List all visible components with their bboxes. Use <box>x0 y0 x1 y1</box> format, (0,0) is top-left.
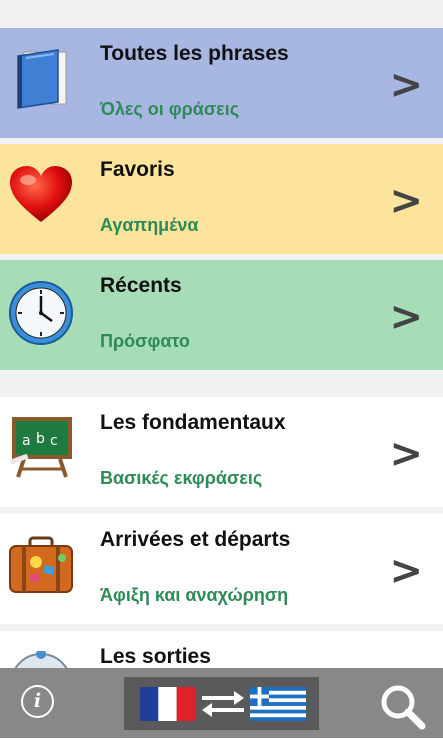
swap-arrows-icon <box>202 691 244 717</box>
book-icon <box>17 49 67 109</box>
svg-text:c: c <box>50 433 58 449</box>
menu-item-title: Favoris <box>100 158 175 181</box>
menu-item-subtitle: Αγαπημένα <box>100 215 199 235</box>
chevron-right-icon: > <box>389 431 423 477</box>
top-strip <box>0 0 443 28</box>
category-title: Arrivées et départs <box>100 528 291 551</box>
bottom-app-bar: i <box>0 668 443 738</box>
menu-item-recents[interactable]: Récents Πρόσφατο > <box>0 260 443 370</box>
menu-item-subtitle: Πρόσφατο <box>100 331 190 351</box>
category-title: Les fondamentaux <box>100 411 286 434</box>
chevron-right-icon: > <box>389 178 423 224</box>
greek-flag-icon <box>250 687 306 721</box>
suitcase-icon <box>9 536 73 593</box>
category-item[interactable]: a b c Les fondamentaux Βασικές εκφράσεις… <box>0 397 443 507</box>
category-subtitle: Άφιξη και αναχώρηση <box>100 585 289 605</box>
category-subtitle: Βασικές εκφράσεις <box>100 468 263 488</box>
category-title: Les sorties <box>100 645 211 668</box>
heart-icon <box>10 166 72 222</box>
svg-text:b: b <box>36 431 45 447</box>
french-flag-icon <box>140 687 195 721</box>
menu-item-favorites[interactable]: Favoris Αγαπημένα > <box>0 144 443 254</box>
language-switch-button[interactable] <box>124 677 319 730</box>
chevron-right-icon: > <box>389 294 423 340</box>
menu-item-subtitle: Όλες οι φράσεις <box>100 99 240 119</box>
chalkboard-icon: a b c <box>9 417 72 478</box>
info-icon[interactable]: i <box>21 685 54 718</box>
chevron-right-icon: > <box>389 62 423 108</box>
category-item[interactable]: Arrivées et départs Άφιξη και αναχώρηση … <box>0 514 443 624</box>
clock-icon <box>9 281 73 345</box>
menu-item-title: Récents <box>100 274 182 297</box>
chevron-right-icon: > <box>389 548 423 594</box>
menu-item-title: Toutes les phrases <box>100 42 289 65</box>
svg-text:a: a <box>22 433 31 449</box>
menu-item-all-phrases[interactable]: Toutes les phrases Όλες οι φράσεις > <box>0 28 443 138</box>
search-icon[interactable] <box>378 682 426 730</box>
